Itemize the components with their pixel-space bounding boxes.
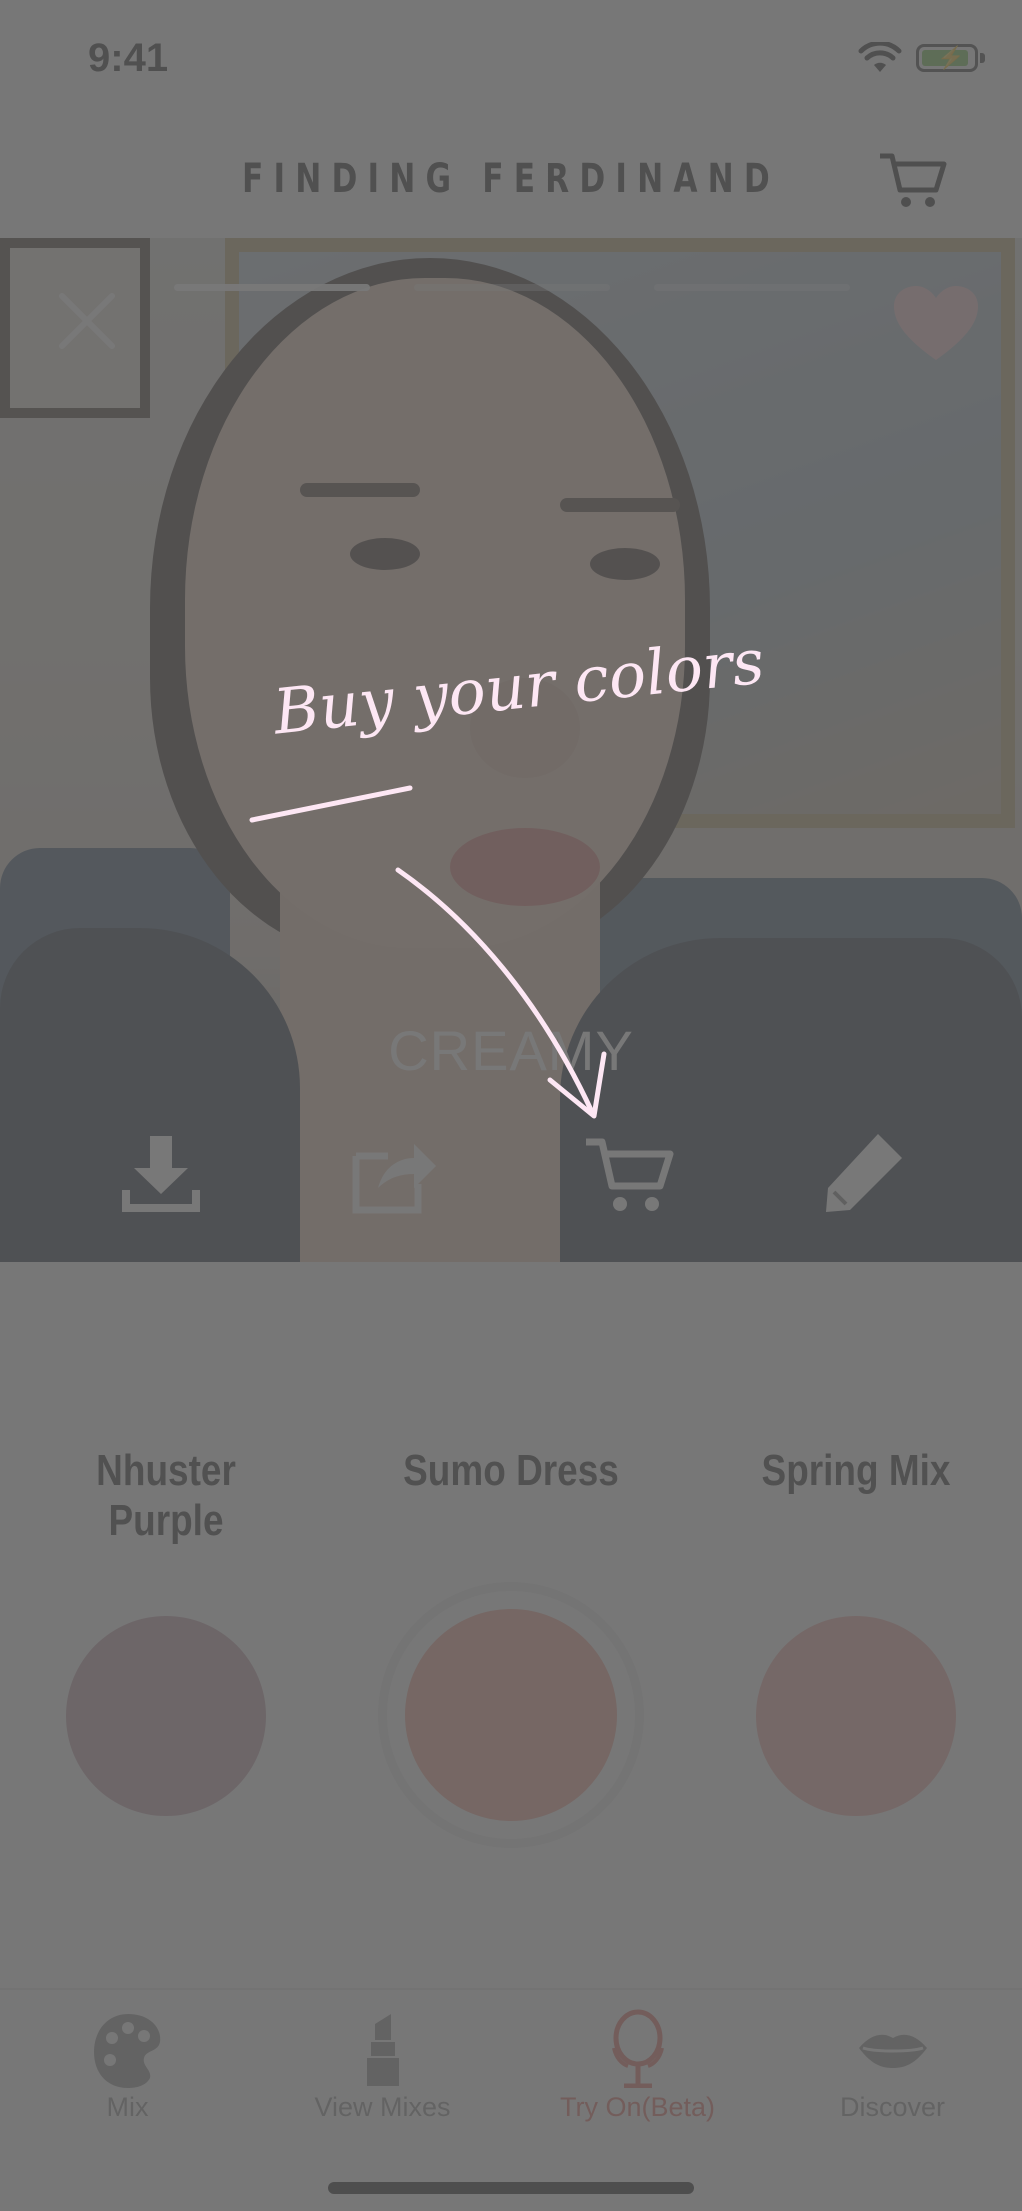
wifi-icon — [858, 42, 902, 72]
color-name-3: Spring Mix — [761, 1446, 951, 1495]
download-icon[interactable] — [116, 1128, 206, 1218]
close-icon[interactable] — [56, 290, 118, 352]
tab-try-on[interactable]: Try On(Beta) — [510, 1990, 765, 2140]
tab-view-mixes[interactable]: View Mixes — [255, 1990, 510, 2140]
color-swatch-sumo-dress[interactable] — [405, 1609, 617, 1821]
right-eye — [590, 548, 660, 580]
tab-label-view-mixes: View Mixes — [314, 2092, 451, 2122]
palette-icon — [94, 2014, 161, 2088]
status-bar: 9:41 ⚡ — [0, 0, 1022, 120]
story-progress-segment-2 — [414, 284, 610, 291]
color-swatch-spring-mix[interactable] — [756, 1616, 956, 1816]
color-name-1: Nhuster Purple — [96, 1446, 236, 1545]
left-brow — [300, 483, 420, 497]
tab-label-try-on: Try On(Beta) — [559, 2092, 716, 2122]
tab-label-mix: Mix — [106, 2092, 149, 2122]
lips-icon — [859, 2034, 927, 2068]
coach-mark-arrow — [249, 785, 607, 1119]
story-progress-segment-1 — [174, 284, 370, 291]
tab-discover[interactable]: Discover — [765, 1990, 1020, 2140]
brand-title: FINDING FERDINAND — [242, 156, 780, 202]
action-cart-icon[interactable] — [584, 1128, 674, 1218]
story-progress-segment-3 — [654, 284, 850, 291]
color-swatch-nhuster-purple[interactable] — [66, 1616, 266, 1816]
home-indicator[interactable] — [328, 2182, 694, 2194]
color-name-2: Sumo Dress — [403, 1446, 619, 1495]
left-eye — [350, 538, 420, 570]
charging-bolt-icon: ⚡ — [937, 45, 965, 70]
right-brow — [560, 498, 680, 512]
heart-icon[interactable] — [892, 284, 980, 364]
mirror-icon — [612, 2009, 664, 2088]
battery-tip — [980, 53, 985, 63]
share-icon[interactable] — [348, 1128, 438, 1218]
edit-pencil-icon[interactable] — [820, 1128, 910, 1218]
tab-bar: Mix View Mixes Try On(Beta) Discover — [0, 1988, 1022, 2211]
lipstick-icon — [367, 2014, 399, 2086]
app-header: FINDING FERDINAND — [0, 120, 1022, 238]
status-time: 9:41 — [88, 36, 169, 80]
tab-label-discover: Discover — [839, 2092, 946, 2122]
tab-mix[interactable]: Mix — [0, 1990, 255, 2140]
cart-icon[interactable] — [878, 150, 948, 210]
